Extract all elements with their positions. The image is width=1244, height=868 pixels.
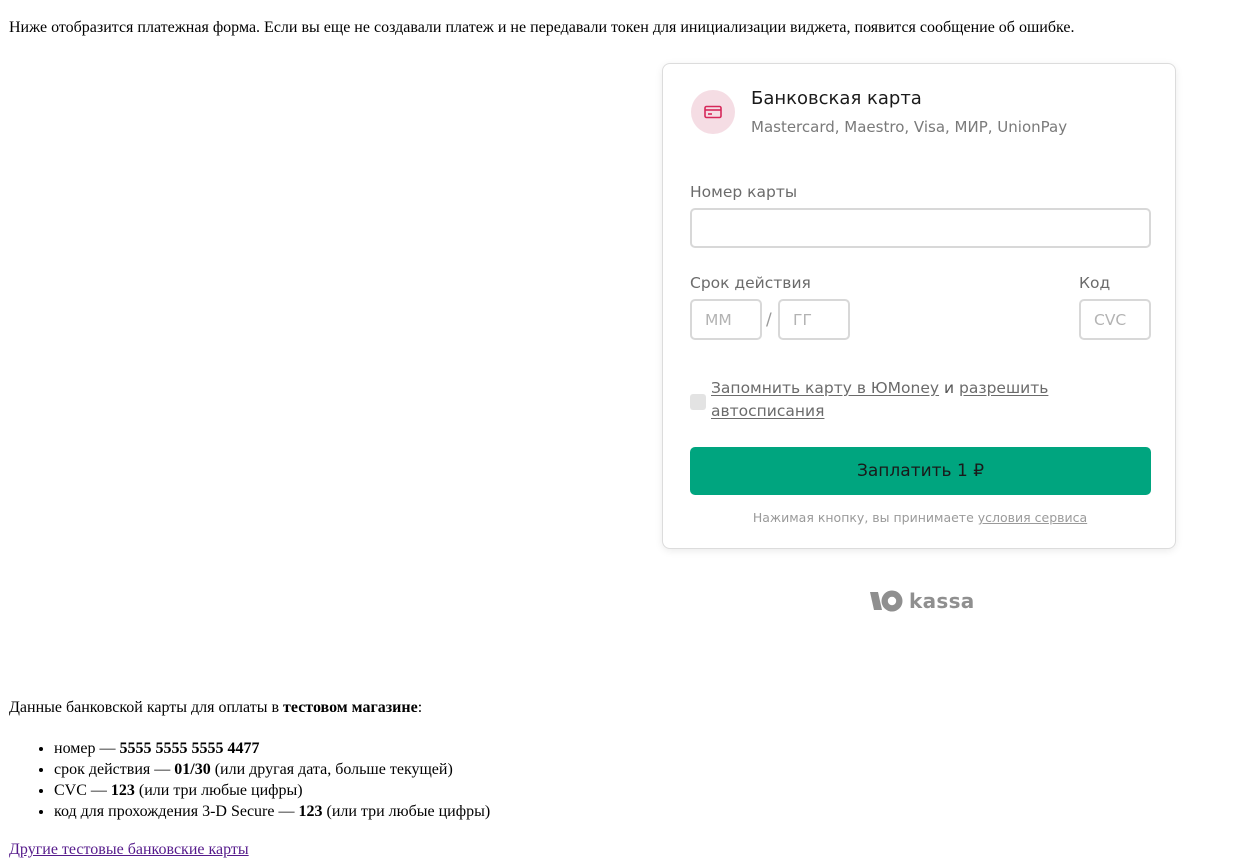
intro-text: Ниже отобразится платежная форма. Если в… bbox=[9, 19, 1075, 36]
test-card-intro-prefix: Данные банковской карты для оплаты в bbox=[9, 699, 280, 716]
list-item: срок действия — 01/30 (или другая дата, … bbox=[54, 759, 490, 780]
item-prefix: код для прохождения 3-D Secure — bbox=[54, 803, 299, 820]
item-value: 5555 5555 5555 4477 bbox=[119, 740, 260, 757]
method-icon-circle bbox=[691, 90, 735, 134]
expiry-separator: / bbox=[766, 310, 772, 330]
item-suffix: (или три любые цифры) bbox=[134, 782, 303, 799]
expiry-label: Срок действия bbox=[690, 274, 811, 292]
item-prefix: срок действия — bbox=[54, 761, 175, 778]
method-title: Банковская карта bbox=[751, 88, 922, 109]
more-test-cards-link[interactable]: Другие тестовые банковские карты bbox=[9, 840, 249, 860]
list-item: номер — 5555 5555 5555 4477 bbox=[54, 738, 490, 759]
terms-note: Нажимая кнопку, вы принимаете условия се… bbox=[663, 509, 1177, 527]
test-card-intro: Данные банковской карты для оплаты в тес… bbox=[9, 698, 422, 718]
test-card-list: номер — 5555 5555 5555 4477 срок действи… bbox=[14, 738, 490, 822]
item-suffix: (или три любые цифры) bbox=[322, 803, 491, 820]
terms-link[interactable]: условия сервиса bbox=[978, 510, 1087, 525]
expiry-month-input[interactable] bbox=[690, 299, 762, 340]
item-prefix: CVC — bbox=[54, 782, 111, 799]
card-icon bbox=[704, 105, 722, 119]
list-item: CVC — 123 (или три любые цифры) bbox=[54, 780, 490, 801]
cvc-label: Код bbox=[1079, 274, 1111, 292]
remember-card-text: Запомнить карту в ЮMoney и разрешить авт… bbox=[711, 377, 1111, 423]
item-value: 123 bbox=[110, 782, 135, 799]
yookassa-logo-mark bbox=[870, 590, 903, 612]
test-store-bold: тестовом магазине bbox=[283, 699, 418, 716]
list-item: код для прохождения 3-D Secure — 123 (ил… bbox=[54, 801, 490, 822]
card-number-label: Номер карты bbox=[690, 183, 798, 201]
payment-widget: Банковская карта Mastercard, Maestro, Vi… bbox=[662, 63, 1176, 549]
terms-prefix: Нажимая кнопку, вы принимаете bbox=[752, 510, 974, 525]
remember-conjunction: и bbox=[944, 379, 955, 397]
expiry-year-input[interactable] bbox=[778, 299, 850, 340]
method-subtitle: Mastercard, Maestro, Visa, МИР, UnionPay bbox=[751, 118, 1068, 136]
item-suffix: (или другая дата, больше текущей) bbox=[210, 761, 453, 778]
test-card-intro-suffix: : bbox=[417, 699, 423, 716]
cvc-input[interactable] bbox=[1079, 299, 1151, 340]
pay-button[interactable]: Заплатить 1 ₽ bbox=[690, 447, 1151, 495]
item-value: 123 bbox=[298, 803, 323, 820]
yookassa-logo: kassa bbox=[869, 588, 975, 614]
item-value: 01/30 bbox=[174, 761, 211, 778]
item-prefix: номер — bbox=[54, 740, 120, 757]
remember-card-link[interactable]: Запомнить карту в ЮMoney bbox=[711, 379, 939, 397]
card-number-input[interactable] bbox=[690, 208, 1151, 248]
remember-card-checkbox[interactable] bbox=[690, 394, 706, 410]
brand-wordmark: kassa bbox=[909, 589, 975, 613]
